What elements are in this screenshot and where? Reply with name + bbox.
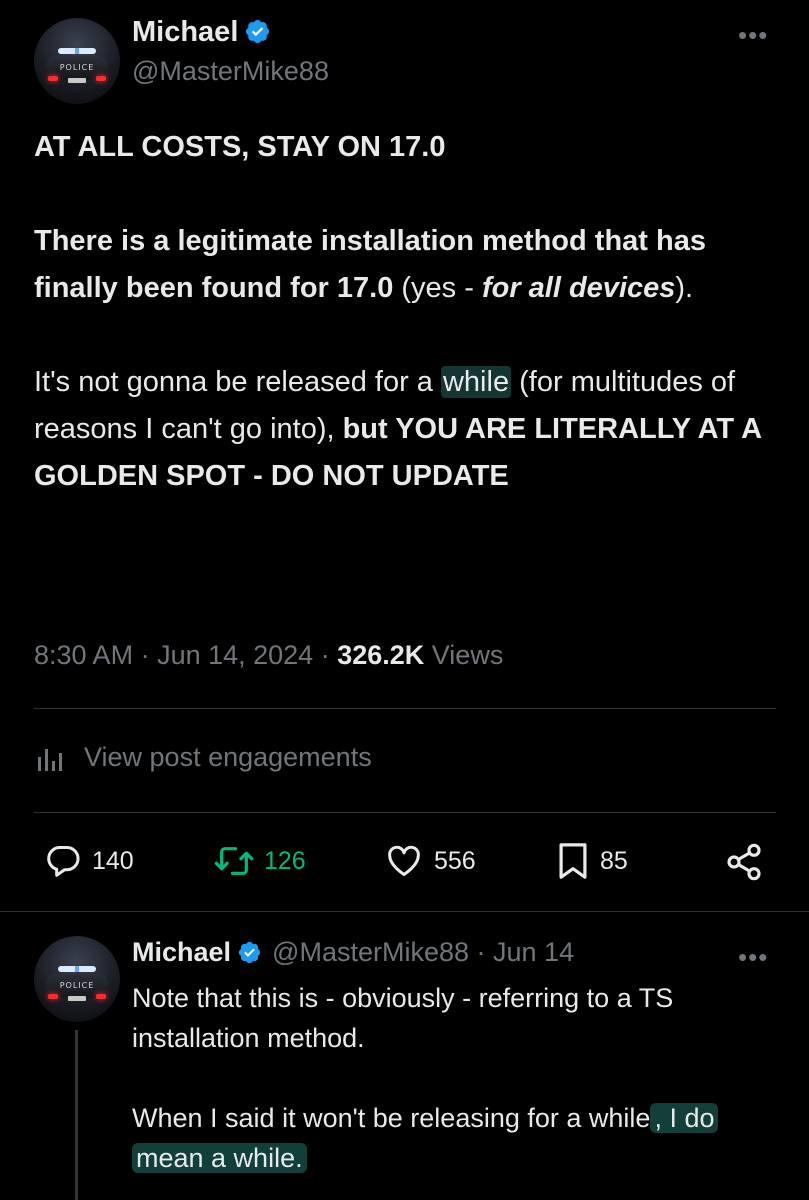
repost-count: 126 bbox=[264, 846, 306, 875]
more-dots-icon[interactable]: ••• bbox=[738, 22, 768, 48]
share-button[interactable] bbox=[724, 842, 764, 882]
avatar-police-text: POLICE bbox=[59, 63, 95, 72]
reply-paragraph-1: Note that this is - obviously - referrin… bbox=[132, 983, 674, 1053]
divider-top bbox=[34, 708, 776, 709]
avatar-lightbar bbox=[58, 966, 96, 972]
share-icon bbox=[727, 843, 761, 881]
avatar-taillight-right bbox=[96, 76, 106, 81]
speech-bubble-icon bbox=[47, 846, 80, 877]
reply-button[interactable]: 140 bbox=[44, 842, 134, 880]
divider-bottom bbox=[34, 812, 776, 813]
like-count: 556 bbox=[434, 846, 476, 875]
view-post-engagements[interactable]: View post engagements bbox=[36, 742, 372, 773]
highlighted-phrase: , I do bbox=[650, 1103, 719, 1133]
avatar-taillight-right bbox=[96, 994, 106, 999]
avatar-plate bbox=[68, 78, 86, 83]
author-avatar[interactable]: POLICE bbox=[34, 18, 120, 104]
views-count: 326.2K bbox=[337, 640, 425, 670]
bookmark-icon bbox=[559, 843, 587, 879]
reply-author-name[interactable]: Michael bbox=[132, 937, 231, 967]
reply-header: Michael @MasterMike88 · Jun 14 bbox=[132, 937, 575, 967]
avatar-taillight-left bbox=[48, 994, 58, 999]
bar-chart-icon bbox=[38, 748, 62, 771]
reply-body: Note that this is - obviously - referrin… bbox=[132, 978, 792, 1178]
repost-button[interactable]: 126 bbox=[214, 842, 306, 880]
post-paragraph-2: There is a legitimate installation metho… bbox=[34, 225, 706, 304]
post-date[interactable]: Jun 14, 2024 bbox=[157, 640, 313, 670]
verified-badge-icon bbox=[238, 941, 261, 964]
post-meta: 8:30 AM · Jun 14, 2024 · 326.2K Views bbox=[34, 640, 504, 670]
reply-author-avatar[interactable]: POLICE bbox=[34, 936, 120, 1022]
reply-more-dots-icon[interactable]: ••• bbox=[738, 944, 768, 970]
avatar-lightbar bbox=[58, 48, 96, 54]
bookmark-count: 85 bbox=[600, 846, 628, 875]
like-button[interactable]: 556 bbox=[384, 842, 476, 880]
post-paragraph-3: It's not gonna be released for a while (… bbox=[34, 366, 761, 492]
author-handle[interactable]: @MasterMike88 bbox=[132, 56, 329, 87]
engagements-label: View post engagements bbox=[84, 742, 372, 772]
bookmark-button[interactable]: 85 bbox=[556, 840, 628, 882]
reply-paragraph-2: When I said it won't be releasing for a … bbox=[132, 1098, 792, 1178]
avatar-taillight-left bbox=[48, 76, 58, 81]
reply-author-handle[interactable]: @MasterMike88 bbox=[272, 937, 469, 967]
reply-count: 140 bbox=[92, 846, 134, 875]
reply-date[interactable]: Jun 14 bbox=[493, 937, 574, 967]
avatar-police-text: POLICE bbox=[59, 981, 95, 990]
post-body: AT ALL COSTS, STAY ON 17.0 There is a le… bbox=[34, 124, 794, 500]
avatar-plate bbox=[68, 996, 86, 1001]
post-separator bbox=[0, 911, 809, 912]
verified-badge-icon bbox=[246, 19, 270, 44]
views-label: Views bbox=[424, 640, 504, 670]
highlighted-word: while bbox=[440, 366, 512, 398]
repost-arrows-icon bbox=[214, 847, 254, 875]
heart-icon bbox=[388, 845, 420, 876]
thread-line bbox=[75, 1030, 78, 1200]
post-time[interactable]: 8:30 AM bbox=[34, 640, 133, 670]
author-name[interactable]: Michael bbox=[132, 16, 238, 48]
author-name-row[interactable]: Michael bbox=[132, 16, 271, 49]
post-paragraph-1: AT ALL COSTS, STAY ON 17.0 bbox=[34, 131, 446, 163]
highlighted-phrase-cont: mean a while. bbox=[132, 1143, 307, 1173]
